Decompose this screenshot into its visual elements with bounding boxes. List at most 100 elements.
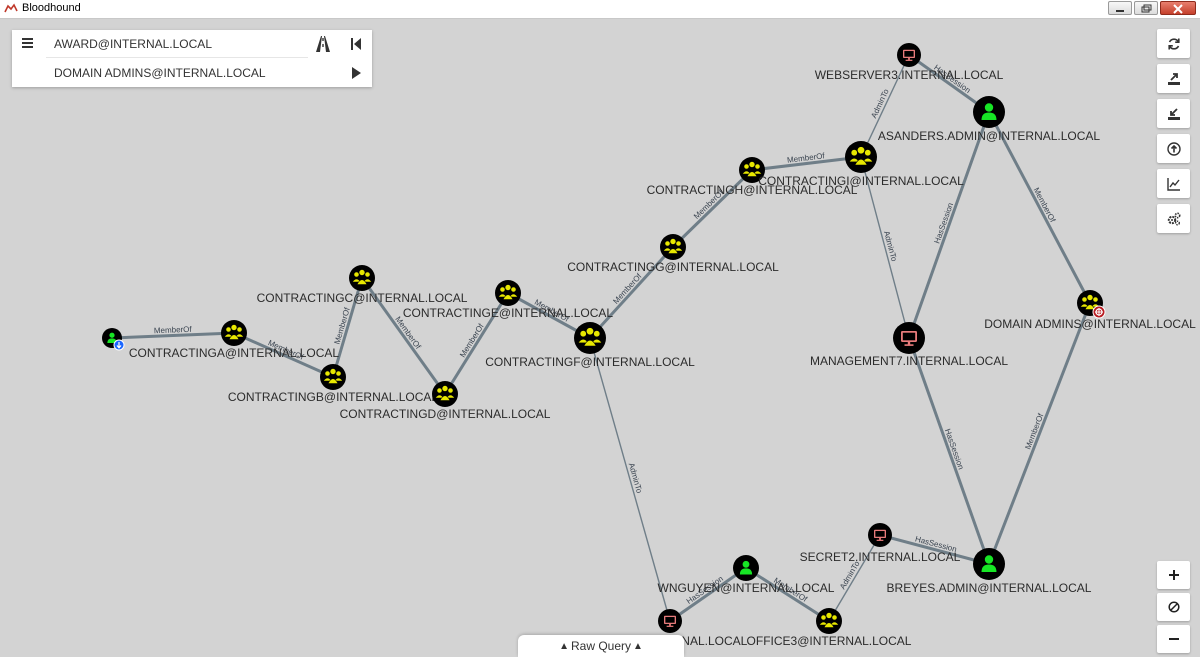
minimize-button[interactable] <box>1108 1 1132 15</box>
stats-button[interactable] <box>1157 169 1190 198</box>
window-title: Bloodhound <box>22 2 81 14</box>
upload-button[interactable] <box>1157 134 1190 163</box>
edge-line <box>907 111 991 339</box>
node-label: WEBSERVER3.INTERNAL.LOCAL <box>815 68 1004 82</box>
group-icon <box>816 608 842 634</box>
group-icon <box>845 141 877 173</box>
refresh-icon <box>1167 37 1180 50</box>
graph-edge[interactable]: MemberOf <box>111 325 235 340</box>
zoom-out-button[interactable] <box>1157 625 1190 653</box>
maximize-button[interactable] <box>1134 1 1158 15</box>
group-icon <box>320 364 346 390</box>
node-layer: CONTRACTINGA@INTERNAL.LOCAL CONTRACTINGB@… <box>102 43 1196 648</box>
graph-node-mgmt7[interactable]: MANAGEMENT7.INTERNAL.LOCAL <box>810 322 1008 368</box>
node-label: CONTRACTINGB@INTERNAL.LOCAL <box>228 390 439 404</box>
graph-edge[interactable]: HasSession <box>907 337 991 565</box>
window-controls <box>1108 1 1196 15</box>
search-divider <box>46 57 308 58</box>
graph-node-gc[interactable]: CONTRACTINGC@INTERNAL.LOCAL <box>257 265 468 305</box>
node-label: BREYES.ADMIN@INTERNAL.LOCAL <box>887 581 1092 595</box>
graph-node-da[interactable]: DOMAIN ADMINS@INTERNAL.LOCAL <box>984 290 1196 331</box>
chevron-up-icon: ▲ <box>633 640 643 652</box>
settings-button[interactable] <box>1157 204 1190 233</box>
node-label: CONTRACTINGF@INTERNAL.LOCAL <box>485 355 695 369</box>
node-label: MANAGEMENT7.INTERNAL.LOCAL <box>810 354 1008 368</box>
node-label: ASANDERS.ADMIN@INTERNAL.LOCAL <box>878 129 1101 143</box>
start-node-badge-icon <box>113 339 125 351</box>
graph-node-gg[interactable]: CONTRACTINGG@INTERNAL.LOCAL <box>567 234 779 274</box>
right-toolbar <box>1157 29 1190 233</box>
edge-label: MemberOf <box>393 315 423 352</box>
search-panel <box>12 30 372 87</box>
start-node-input[interactable] <box>48 33 316 55</box>
minimize-icon <box>1116 10 1124 12</box>
refresh-button[interactable] <box>1157 29 1190 58</box>
node-label: CONTRACTINGE@INTERNAL.LOCAL <box>403 306 614 320</box>
target-node-row <box>12 59 372 87</box>
edge-line <box>987 302 1092 565</box>
computer-icon <box>868 523 892 547</box>
node-label: CONTRACTINGA@INTERNAL.LOCAL <box>129 346 340 360</box>
graph-edge[interactable]: HasSession <box>907 111 991 339</box>
computer-icon <box>658 609 682 633</box>
graph-edge[interactable]: MemberOf <box>671 168 754 249</box>
group-icon <box>574 322 606 354</box>
close-button[interactable] <box>1160 1 1196 15</box>
node-label: CONTRACTINGI@INTERNAL.LOCAL <box>758 174 964 188</box>
user-icon <box>733 555 759 581</box>
import-icon <box>1167 107 1180 120</box>
pathfinding-road-icon[interactable] <box>313 34 333 54</box>
plus-icon <box>1168 570 1179 580</box>
graph-edge[interactable]: MemberOf <box>751 151 862 172</box>
group-icon <box>221 320 247 346</box>
menu-icon[interactable] <box>22 38 33 48</box>
edge-label: MemberOf <box>611 271 644 306</box>
graph-canvas[interactable]: MemberOfMemberOfMemberOf MemberOf MemberOf… <box>0 19 1200 657</box>
node-label: CONTRACTINGG@INTERNAL.LOCAL <box>567 260 779 274</box>
window-titlebar: Bloodhound <box>0 0 1200 19</box>
graph-edge[interactable]: AdminTo <box>589 337 671 622</box>
minus-icon <box>1168 638 1179 640</box>
graph-node-gb[interactable]: CONTRACTINGB@INTERNAL.LOCAL <box>228 364 439 404</box>
graph-node-office3[interactable]: OFFICE3@INTERNAL.LOCAL <box>747 608 912 648</box>
import-button[interactable] <box>1157 99 1190 128</box>
raw-query-toggle[interactable]: ▲ Raw Query ▲ <box>518 635 684 657</box>
upload-icon <box>1166 141 1181 156</box>
group-icon <box>349 265 375 291</box>
back-icon[interactable] <box>346 34 366 54</box>
play-icon[interactable] <box>346 63 366 83</box>
gears-icon <box>1167 211 1181 225</box>
edge-line <box>671 168 754 249</box>
user-icon <box>973 96 1005 128</box>
no-entry-icon <box>1167 601 1180 613</box>
graph-node-gf[interactable]: CONTRACTINGF@INTERNAL.LOCAL <box>485 322 695 369</box>
graph-edge[interactable]: MemberOf <box>987 302 1092 565</box>
group-icon <box>660 234 686 260</box>
zoom-reset-button[interactable] <box>1157 593 1190 621</box>
zoom-in-button[interactable] <box>1157 561 1190 589</box>
target-node-input[interactable] <box>48 62 316 84</box>
group-icon <box>495 280 521 306</box>
node-label: CONTRACTINGC@INTERNAL.LOCAL <box>257 291 468 305</box>
chevron-up-icon: ▲ <box>559 640 569 652</box>
start-node-row <box>12 30 372 58</box>
node-label: OFFICE3@INTERNAL.LOCAL <box>747 634 912 648</box>
export-button[interactable] <box>1157 64 1190 93</box>
graph-node-ws3[interactable]: WEBSERVER3.INTERNAL.LOCAL <box>815 43 1004 82</box>
export-icon <box>1167 72 1180 85</box>
raw-query-label: Raw Query <box>570 639 632 653</box>
chart-line-icon <box>1166 177 1180 191</box>
graph-node-asanders[interactable]: ASANDERS.ADMIN@INTERNAL.LOCAL <box>878 96 1101 143</box>
computer-icon <box>893 322 925 354</box>
close-icon <box>1173 4 1183 14</box>
restore-icon <box>1141 4 1152 13</box>
computer-icon <box>897 43 921 67</box>
node-label: CONTRACTINGD@INTERNAL.LOCAL <box>340 407 551 421</box>
edge-line <box>589 337 671 622</box>
graph-node-award[interactable] <box>102 328 125 351</box>
edge-line <box>828 534 881 622</box>
graph-edge[interactable]: AdminTo <box>828 534 881 622</box>
node-label: DOMAIN ADMINS@INTERNAL.LOCAL <box>984 317 1196 331</box>
user-icon <box>973 548 1005 580</box>
group-icon <box>432 381 458 407</box>
